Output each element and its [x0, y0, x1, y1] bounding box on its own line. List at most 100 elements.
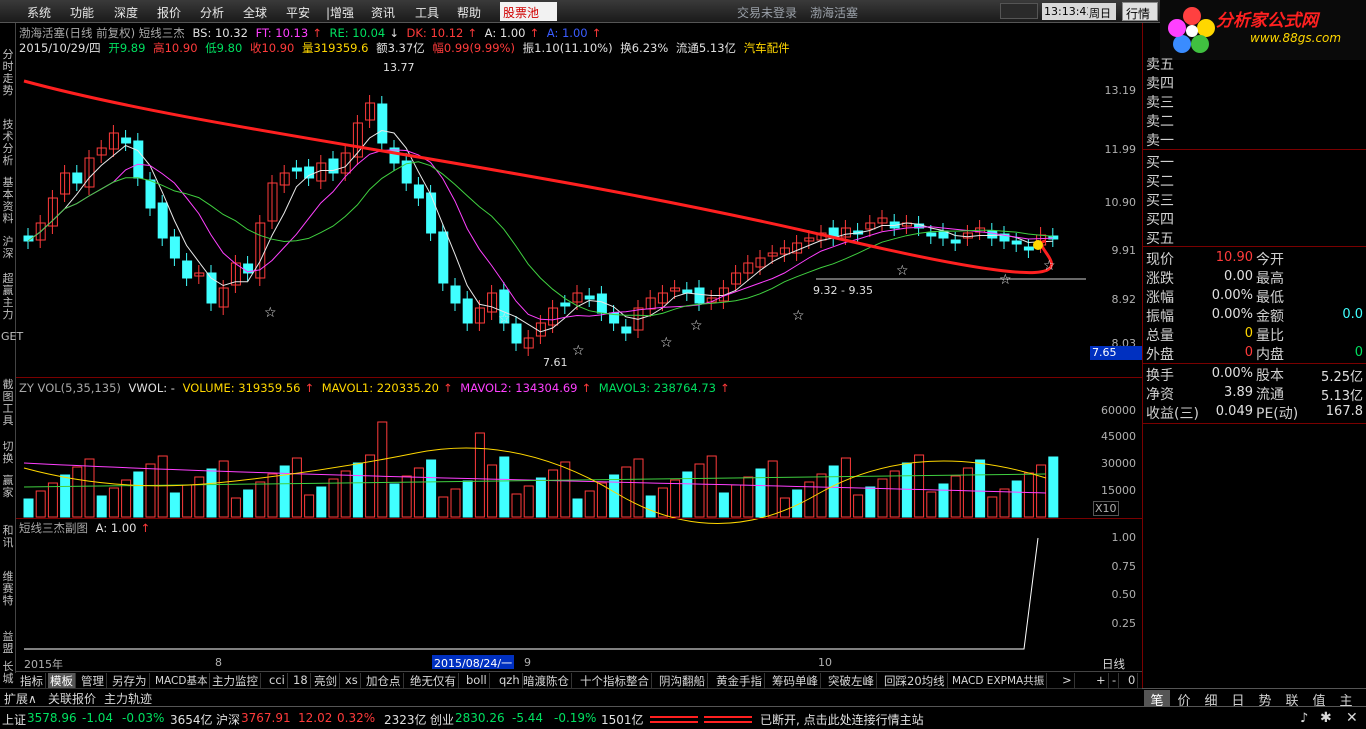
connection-message[interactable]: 已断开, 点击此处连接行情主站 — [760, 711, 924, 728]
vtab-technical[interactable]: 技术分析 — [1, 119, 15, 167]
vtab-vst[interactable]: 维赛特 — [1, 571, 15, 607]
tab-main-monitor[interactable]: 主力监控 — [210, 673, 261, 688]
tab-xs[interactable]: xs — [343, 673, 361, 688]
vtab-get[interactable]: GET — [1, 331, 23, 343]
tab-cci[interactable]: cci — [267, 673, 288, 688]
menu-depth[interactable]: 深度 — [114, 4, 138, 21]
pe-ratio: 167.8 — [1325, 404, 1363, 419]
period-selector[interactable]: 日线 — [1102, 656, 1125, 672]
zoom-out-button[interactable]: - — [1110, 673, 1120, 688]
volume-tick: 45000 — [1101, 430, 1136, 443]
menu-tools[interactable]: 工具 — [415, 4, 439, 21]
sell-level-1[interactable]: 卖一 — [1146, 130, 1174, 150]
zoom-in-button[interactable]: + — [1094, 673, 1109, 688]
reset-button[interactable]: 0 — [1126, 673, 1139, 688]
fund-label: 换手 — [1146, 368, 1174, 384]
volume-bar — [340, 470, 351, 518]
tab-manage[interactable]: 管理 — [79, 673, 107, 688]
tab-macd-basic[interactable]: MACD基本 — [153, 673, 211, 688]
main-track-button[interactable]: 主力轨迹 — [104, 690, 152, 707]
volume-bar — [316, 486, 327, 518]
menu-quote[interactable]: 报价 — [157, 4, 181, 21]
buy-level-4[interactable]: 买四 — [1146, 209, 1174, 229]
tab-unique[interactable]: 绝无仅有 — [408, 673, 459, 688]
clock: 13:13:43 — [1042, 3, 1094, 20]
tab-template[interactable]: 模板 — [48, 673, 76, 688]
sell-level-4[interactable]: 卖四 — [1146, 73, 1174, 93]
volume-bar — [462, 480, 473, 518]
vtab-hexun[interactable]: 和讯 — [1, 525, 15, 549]
related-quote-button[interactable]: 关联报价 — [48, 690, 96, 707]
quote-button[interactable]: 行情 — [1122, 2, 1158, 21]
sub-tick: 0.25 — [1111, 617, 1137, 630]
vtab-changcheng[interactable]: 长城 — [1, 661, 15, 685]
menu-system[interactable]: 系统 — [27, 4, 51, 21]
vtab-winner[interactable]: 赢家 — [1, 475, 15, 499]
window-controls[interactable] — [1000, 3, 1038, 19]
tab-chip-peak[interactable]: 筹码单峰 — [770, 673, 821, 688]
arrow-up-icon: ↑ — [304, 381, 315, 395]
vtab-superwin[interactable]: 超赢主力 — [1, 273, 15, 321]
volume-bar — [889, 470, 900, 518]
buy-level-2[interactable]: 买二 — [1146, 171, 1174, 191]
tab-qzh[interactable]: qzh — [497, 673, 523, 688]
settings-icon[interactable]: ✱ — [1320, 710, 1332, 726]
vtab-yimeng[interactable]: 益盟 — [1, 631, 15, 655]
tab-scroll-right-button[interactable]: > — [1060, 673, 1075, 688]
tab-18[interactable]: 18 — [291, 673, 311, 688]
panel-divider — [16, 377, 1142, 378]
buy-level-1[interactable]: 买一 — [1146, 152, 1174, 172]
fund-label: 股本 — [1256, 368, 1284, 384]
volume-header: ZY VOL(5,35,135) VWOL: - VOLUME: 319359.… — [19, 381, 734, 395]
sh-value[interactable]: 3578.96 — [27, 711, 77, 725]
tab-ten-indicators[interactable]: 十个指标整合 — [578, 673, 652, 688]
tab-ma20[interactable]: 回踩20均线 — [882, 673, 948, 688]
tab-add-point[interactable]: 加仓点 — [364, 673, 404, 688]
star-signal-icon: ☆ — [498, 311, 511, 327]
tab-andu[interactable]: 暗渡陈仓 — [521, 673, 572, 688]
quote-panel: 卖五 卖四 卖三 卖二 卖一 买一 买二 买三 买四 买五 现价 10.90 今… — [1142, 23, 1366, 688]
volume-bar — [779, 497, 790, 518]
vtab-switch[interactable]: 切换 — [1, 441, 15, 465]
chart-canvas[interactable]: ☆ ☆ ☆ ☆ ☆ ☆ ☆ ☆ ☆ — [16, 23, 1142, 655]
buy-level-5[interactable]: 买五 — [1146, 228, 1174, 248]
volume-bar — [596, 482, 607, 518]
cy-value[interactable]: 2830.26 — [455, 711, 505, 725]
mavol3-line — [23, 473, 1047, 488]
menu-pingan[interactable]: 平安 — [286, 4, 310, 21]
sell-level-5[interactable]: 卖五 — [1146, 54, 1174, 74]
panel-divider — [1143, 423, 1366, 424]
quote-label: 振幅 — [1146, 309, 1174, 325]
menu-analysis[interactable]: 分析 — [200, 4, 224, 21]
menu-enhance[interactable]: |增强 — [326, 4, 354, 21]
volume-bar — [426, 459, 437, 518]
menu-global[interactable]: 全球 — [243, 4, 267, 21]
tab-macd-expma[interactable]: MACD EXPMA共振 — [950, 673, 1048, 688]
vtab-shsz[interactable]: 沪深 — [1, 236, 15, 260]
menu-news[interactable]: 资讯 — [371, 4, 395, 21]
menu-help[interactable]: 帮助 — [457, 4, 481, 21]
tab-yingou[interactable]: 阴沟翻船 — [657, 673, 708, 688]
sell-level-3[interactable]: 卖三 — [1146, 92, 1174, 112]
menu-function[interactable]: 功能 — [70, 4, 94, 21]
volume-bar — [950, 475, 961, 518]
mavol2-line — [23, 462, 1047, 494]
tab-liangjian[interactable]: 亮剑 — [312, 673, 340, 688]
total-shares: 5.25亿 — [1321, 370, 1363, 385]
sell-level-2[interactable]: 卖二 — [1146, 111, 1174, 131]
speaker-icon[interactable]: ♪ — [1300, 711, 1308, 726]
buy-level-3[interactable]: 买三 — [1146, 190, 1174, 210]
vtab-screenshot[interactable]: 截图工具 — [1, 379, 15, 427]
expand-button[interactable]: 扩展∧ — [4, 690, 37, 707]
tab-save-as[interactable]: 另存为 — [110, 673, 150, 688]
vtab-fundamental[interactable]: 基本资料 — [1, 177, 15, 225]
close-icon[interactable]: ✕ — [1346, 710, 1358, 726]
sz-value[interactable]: 3767.91 — [241, 711, 291, 725]
tab-breakout[interactable]: 突破左峰 — [826, 673, 877, 688]
stock-pool-button[interactable]: 股票池 — [500, 2, 557, 21]
tab-boll[interactable]: boll — [464, 673, 490, 688]
chart-area[interactable]: 渤海活塞(日线 前复权) 短线三杰 BS: 10.32 FT: 10.13 ↑ R… — [16, 23, 1142, 655]
tab-golden-finger[interactable]: 黄金手指 — [714, 673, 765, 688]
tab-indicator[interactable]: 指标 — [18, 673, 46, 688]
vtab-intraday[interactable]: 分时走势 — [1, 49, 15, 97]
